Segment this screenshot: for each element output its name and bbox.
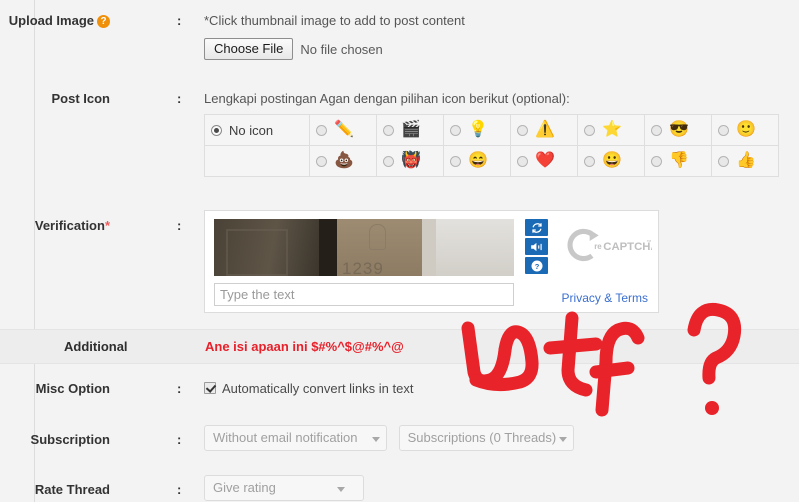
post-icon-option-laughing-face[interactable]: 😄 [443, 145, 511, 177]
post-icon-row-1: No icon ✏️ 🎬 💡 ⚠️ ⭐ 😎 🙂 [204, 114, 779, 146]
radio-sunglasses-face[interactable] [651, 124, 662, 136]
radio-poop[interactable] [316, 155, 327, 167]
post-icon-hint: Lengkapi postingan Agan dengan pilihan i… [204, 91, 570, 106]
clapperboard-icon[interactable]: 🎬 [401, 121, 421, 138]
svg-text:?: ? [534, 261, 539, 270]
upload-image-label: Upload Image? [0, 13, 110, 28]
captcha-text-input[interactable]: Type the text [214, 283, 514, 306]
post-icon-option-heart[interactable]: ❤️ [510, 145, 578, 177]
no-icon-label: No icon [229, 123, 274, 139]
radio-thumbs-down[interactable] [651, 155, 662, 167]
heart-icon[interactable]: ❤️ [535, 152, 555, 169]
post-icon-option-warning[interactable]: ⚠️ [510, 114, 578, 146]
radio-lightbulb[interactable] [450, 124, 461, 136]
laughing-face-icon[interactable]: 😄 [468, 152, 488, 169]
page-left-rule [34, 0, 35, 502]
post-icon-option-smiley-face[interactable]: 🙂 [711, 114, 779, 146]
radio-clapperboard[interactable] [383, 124, 394, 136]
post-icon-option-red-devil-face[interactable]: 👹 [376, 145, 444, 177]
radio-star[interactable] [584, 124, 595, 136]
audio-captcha-button[interactable] [525, 238, 548, 255]
verification-label: Verification* [34, 218, 110, 233]
misc-option-checkbox-group[interactable]: Automatically convert links in text [204, 381, 413, 396]
rate-thread-colon: : [177, 482, 182, 497]
chevron-down-icon [337, 487, 345, 492]
radio-laughing-face[interactable] [450, 155, 461, 167]
post-icon-row-2: 💩 👹 😄 ❤️ 😀 👎 👍 [204, 145, 779, 177]
radio-red-devil-face[interactable] [383, 155, 394, 167]
subscription-colon: : [177, 432, 182, 447]
sunglasses-face-icon[interactable]: 😎 [669, 121, 689, 138]
upload-image-colon: : [177, 13, 182, 28]
captcha-challenge-image: 1239 [214, 219, 514, 276]
smiley-face-icon[interactable]: 🙂 [736, 121, 756, 138]
thumbs-up-icon[interactable]: 👍 [736, 152, 756, 169]
no-file-chosen-text: No file chosen [300, 41, 383, 57]
convert-links-checkbox[interactable] [204, 382, 216, 394]
radio-blue-smiley-face[interactable] [584, 155, 595, 167]
subscription-label: Subscription [30, 432, 110, 447]
poop-icon[interactable]: 💩 [334, 152, 354, 169]
additional-label: Additional [64, 339, 128, 354]
post-icon-option-clapperboard[interactable]: 🎬 [376, 114, 444, 146]
post-icon-option-sunglasses-face[interactable]: 😎 [644, 114, 712, 146]
post-icon-table: No icon ✏️ 🎬 💡 ⚠️ ⭐ 😎 🙂 💩 👹 😄 ❤️ 😀 👎 👍 [204, 114, 779, 177]
misc-option-colon: : [177, 381, 182, 396]
radio-no-icon[interactable] [211, 125, 222, 137]
recaptcha-logo: re CAPTCHA ™ [567, 227, 659, 263]
post-icon-option-lightbulb[interactable]: 💡 [443, 114, 511, 146]
chevron-down-icon [372, 437, 380, 442]
additional-note-text: Ane isi apaan ini $#%^$@#%^@ [205, 339, 404, 354]
warning-icon[interactable]: ⚠️ [535, 121, 555, 138]
blue-smiley-face-icon[interactable]: 😀 [602, 152, 622, 169]
convert-links-label: Automatically convert links in text [222, 381, 414, 396]
subscription-mode-select[interactable]: Without email notification [204, 425, 387, 451]
file-input-group[interactable]: Choose File No file chosen [204, 38, 383, 60]
svg-text:re: re [594, 242, 602, 251]
post-icon-option-no-icon[interactable]: No icon [204, 114, 310, 146]
rate-thread-value: Give rating [213, 480, 276, 495]
post-icon-option-thumbs-down[interactable]: 👎 [644, 145, 712, 177]
required-asterisk: * [104, 218, 110, 233]
help-captcha-button[interactable]: ? [525, 257, 548, 274]
captcha-controls: ? [525, 219, 548, 276]
radio-smiley-face[interactable] [718, 124, 729, 136]
radio-pencil[interactable] [316, 124, 327, 136]
pencil-icon[interactable]: ✏️ [334, 121, 354, 138]
recaptcha-widget: 1239 Type the text ? re CAPTCH ™ Privacy… [204, 210, 659, 313]
privacy-terms-link[interactable]: Privacy & Terms [562, 291, 648, 305]
post-icon-option-thumbs-up[interactable]: 👍 [711, 145, 779, 177]
upload-image-hint: *Click thumbnail image to add to post co… [204, 13, 465, 28]
star-icon[interactable]: ⭐ [602, 121, 622, 138]
post-icon-option-pencil[interactable]: ✏️ [309, 114, 377, 146]
rate-thread-select[interactable]: Give rating [204, 475, 364, 501]
lightbulb-icon[interactable]: 💡 [468, 121, 488, 138]
post-icon-colon: : [177, 91, 182, 106]
help-circle-icon[interactable]: ? [97, 15, 110, 28]
post-icon-label: Post Icon [51, 91, 110, 106]
radio-thumbs-up[interactable] [718, 155, 729, 167]
rate-thread-label: Rate Thread [34, 482, 110, 497]
post-icon-empty-cell [204, 145, 310, 177]
svg-text:™: ™ [646, 239, 651, 245]
choose-file-button[interactable]: Choose File [204, 38, 294, 60]
chevron-down-icon [558, 437, 567, 442]
refresh-captcha-button[interactable] [525, 219, 548, 236]
captcha-house-number: 1239 [342, 259, 384, 276]
red-devil-face-icon[interactable]: 👹 [401, 152, 421, 169]
subscription-mode-value: Without email notification [213, 430, 358, 445]
subscription-threads-value: Subscriptions (0 Threads) [407, 430, 557, 445]
svg-text:CAPTCHA: CAPTCHA [603, 241, 652, 253]
misc-option-label: Misc Option [35, 381, 110, 396]
subscription-threads-select[interactable]: Subscriptions (0 Threads) [398, 425, 574, 451]
radio-heart[interactable] [517, 155, 528, 167]
post-icon-option-star[interactable]: ⭐ [577, 114, 645, 146]
radio-warning[interactable] [517, 124, 528, 136]
post-icon-option-poop[interactable]: 💩 [309, 145, 377, 177]
thumbs-down-icon[interactable]: 👎 [669, 152, 689, 169]
verification-colon: : [177, 218, 182, 233]
post-icon-option-blue-smiley-face[interactable]: 😀 [577, 145, 645, 177]
